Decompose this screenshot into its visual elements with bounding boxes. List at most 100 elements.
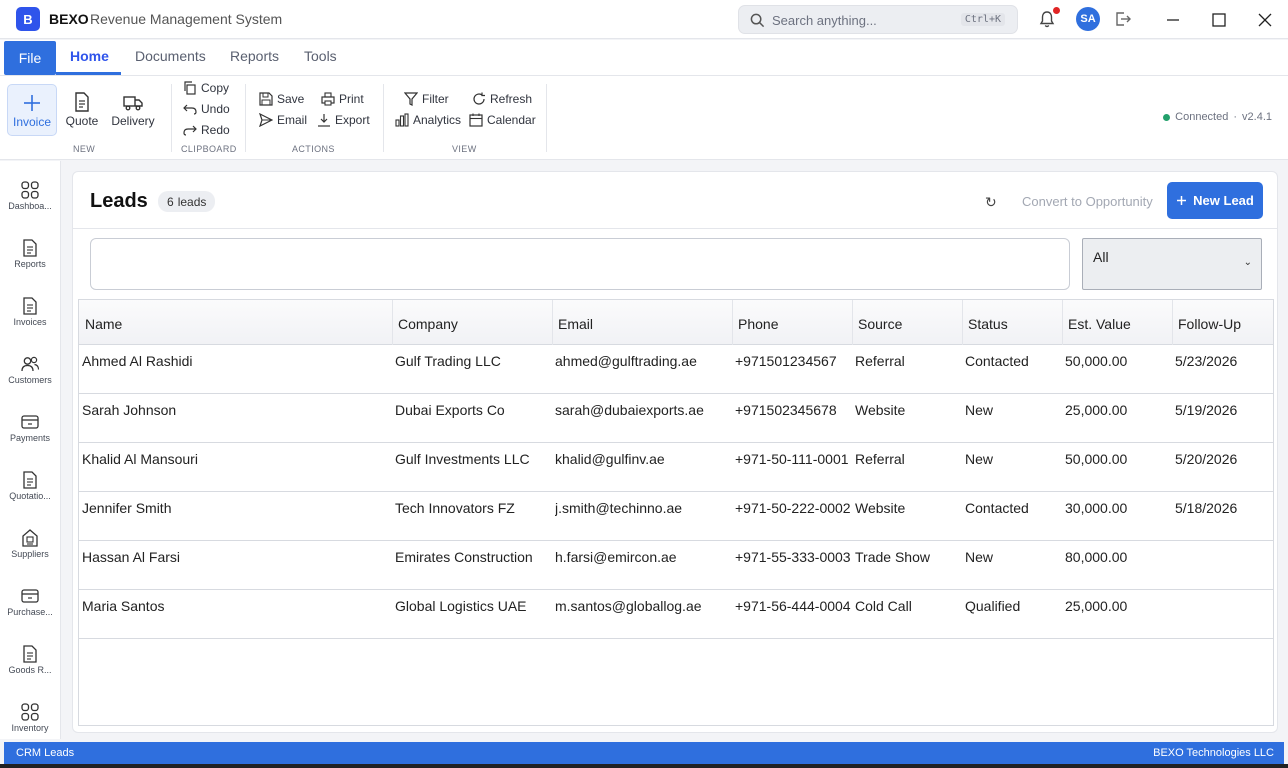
sidebar-item-label: Dashboa... xyxy=(8,201,52,211)
new-delivery-button[interactable]: Delivery xyxy=(107,84,159,136)
sidebar-item-goods-received[interactable]: Goods R... xyxy=(0,625,60,683)
cell-source: Website xyxy=(855,402,906,418)
tab-tools[interactable]: Tools xyxy=(304,48,337,64)
column-divider[interactable] xyxy=(962,300,963,345)
ribbon-separator xyxy=(546,84,547,152)
lead-count: 6 xyxy=(167,194,174,209)
maximize-icon[interactable] xyxy=(1211,12,1227,28)
sidebar-item-dashboard[interactable]: Dashboa... xyxy=(0,161,60,219)
cell-email: sarah@dubaiexports.ae xyxy=(555,402,704,418)
status-filter-value: All xyxy=(1093,249,1109,265)
table-row[interactable]: Hassan Al Farsi Emirates Construction h.… xyxy=(79,541,1273,590)
column-header-source[interactable]: Source xyxy=(858,316,902,332)
table-row[interactable]: Jennifer Smith Tech Innovators FZ j.smit… xyxy=(79,492,1273,541)
document-icon xyxy=(23,645,37,663)
column-header-email[interactable]: Email xyxy=(558,316,593,332)
table-row[interactable]: Ahmed Al Rashidi Gulf Trading LLC ahmed@… xyxy=(79,345,1273,394)
sidebar-item-label: Invoices xyxy=(13,317,47,327)
new-quote-button[interactable]: Quote xyxy=(57,84,107,136)
email-button[interactable]: Email xyxy=(259,113,307,127)
table-row[interactable]: Maria Santos Global Logistics UAE m.sant… xyxy=(79,590,1273,639)
column-divider[interactable] xyxy=(1062,300,1063,345)
tab-home[interactable]: Home xyxy=(70,48,109,64)
file-menu-button[interactable]: File xyxy=(4,41,56,75)
redo-label: Redo xyxy=(201,123,230,137)
cell-name: Khalid Al Mansouri xyxy=(82,451,198,467)
column-divider[interactable] xyxy=(552,300,553,345)
page-title: Leads xyxy=(90,190,148,212)
filter-button[interactable]: Filter xyxy=(404,92,449,106)
printer-icon xyxy=(321,92,335,106)
sidebar-item-payments[interactable]: Payments xyxy=(0,393,60,451)
document-icon xyxy=(23,239,37,257)
search-shortcut: Ctrl+K xyxy=(960,13,1005,26)
save-button[interactable]: Save xyxy=(259,92,304,106)
close-icon[interactable] xyxy=(1257,12,1273,28)
column-header-status[interactable]: Status xyxy=(968,316,1008,332)
table-row[interactable]: Sarah Johnson Dubai Exports Co sarah@dub… xyxy=(79,394,1273,443)
new-invoice-button[interactable]: Invoice xyxy=(7,84,57,136)
bar-chart-icon xyxy=(395,113,409,127)
cell-follow-up: 5/19/2026 xyxy=(1175,402,1238,418)
sidebar-item-quotations[interactable]: Quotatio... xyxy=(0,451,60,509)
status-filter-select[interactable]: All ⌄ xyxy=(1082,238,1262,290)
undo-button[interactable]: Undo xyxy=(183,102,230,116)
global-search[interactable]: Search anything... Ctrl+K xyxy=(738,5,1018,34)
sidebar-item-purchase[interactable]: Purchase... xyxy=(0,567,60,625)
sidebar-item-invoices[interactable]: Invoices xyxy=(0,277,60,335)
redo-button[interactable]: Redo xyxy=(183,123,230,137)
cell-name: Ahmed Al Rashidi xyxy=(82,353,193,369)
tab-reports[interactable]: Reports xyxy=(230,48,279,64)
cell-email: m.santos@globallog.ae xyxy=(555,598,702,614)
cell-est-value: 25,000.00 xyxy=(1065,598,1128,614)
new-lead-label: New Lead xyxy=(1193,193,1254,208)
copy-icon xyxy=(184,81,196,95)
tab-documents[interactable]: Documents xyxy=(135,48,206,64)
undo-label: Undo xyxy=(201,102,230,116)
column-divider[interactable] xyxy=(1172,300,1173,345)
sidebar-item-inventory[interactable]: Inventory xyxy=(0,683,60,741)
sidebar-item-reports[interactable]: Reports xyxy=(0,219,60,277)
save-label: Save xyxy=(277,92,305,106)
calendar-icon xyxy=(469,113,483,127)
calendar-button[interactable]: Calendar xyxy=(469,113,536,127)
cell-status: New xyxy=(965,549,994,565)
cell-email: khalid@gulfinv.ae xyxy=(555,451,665,467)
lead-count-unit: leads xyxy=(177,194,207,209)
app-subtitle: Revenue Management System xyxy=(90,11,283,27)
column-header-company[interactable]: Company xyxy=(398,316,458,332)
sidebar-item-customers[interactable]: Customers xyxy=(0,335,60,393)
sidebar: Dashboa... Reports Invoices Customers Pa… xyxy=(0,161,61,739)
cell-status: Contacted xyxy=(965,353,1029,369)
lead-search-input[interactable] xyxy=(90,238,1070,290)
column-header-name[interactable]: Name xyxy=(85,316,122,332)
refresh-label: Refresh xyxy=(490,92,533,106)
cell-name: Sarah Johnson xyxy=(82,402,177,418)
column-divider[interactable] xyxy=(732,300,733,345)
cell-name: Maria Santos xyxy=(82,598,165,614)
cell-status: Contacted xyxy=(965,500,1029,516)
refresh-leads-button[interactable]: ↻ xyxy=(985,194,997,211)
convert-to-opportunity-button[interactable]: Convert to Opportunity xyxy=(1022,194,1153,209)
print-button[interactable]: Print xyxy=(321,92,364,106)
analytics-button[interactable]: Analytics xyxy=(395,113,461,127)
column-header-follow-up[interactable]: Follow-Up xyxy=(1178,316,1241,332)
refresh-icon xyxy=(473,92,485,105)
minimize-icon[interactable] xyxy=(1165,12,1181,28)
sidebar-item-suppliers[interactable]: Suppliers xyxy=(0,509,60,567)
column-divider[interactable] xyxy=(852,300,853,345)
copy-button[interactable]: Copy xyxy=(183,81,229,95)
cell-name: Hassan Al Farsi xyxy=(82,549,181,565)
table-row[interactable]: Khalid Al Mansouri Gulf Investments LLC … xyxy=(79,443,1273,492)
export-button[interactable]: Export xyxy=(317,113,370,127)
cell-est-value: 30,000.00 xyxy=(1065,500,1128,516)
refresh-button[interactable]: Refresh xyxy=(472,92,532,106)
sidebar-item-label: Goods R... xyxy=(8,665,52,675)
column-divider[interactable] xyxy=(392,300,393,345)
logout-icon[interactable] xyxy=(1113,9,1133,29)
user-avatar[interactable]: SA xyxy=(1076,7,1100,31)
cell-email: h.farsi@emircon.ae xyxy=(555,549,677,565)
new-lead-button[interactable]: New Lead xyxy=(1167,182,1263,219)
column-header-est-value[interactable]: Est. Value xyxy=(1068,316,1131,332)
column-header-phone[interactable]: Phone xyxy=(738,316,778,332)
